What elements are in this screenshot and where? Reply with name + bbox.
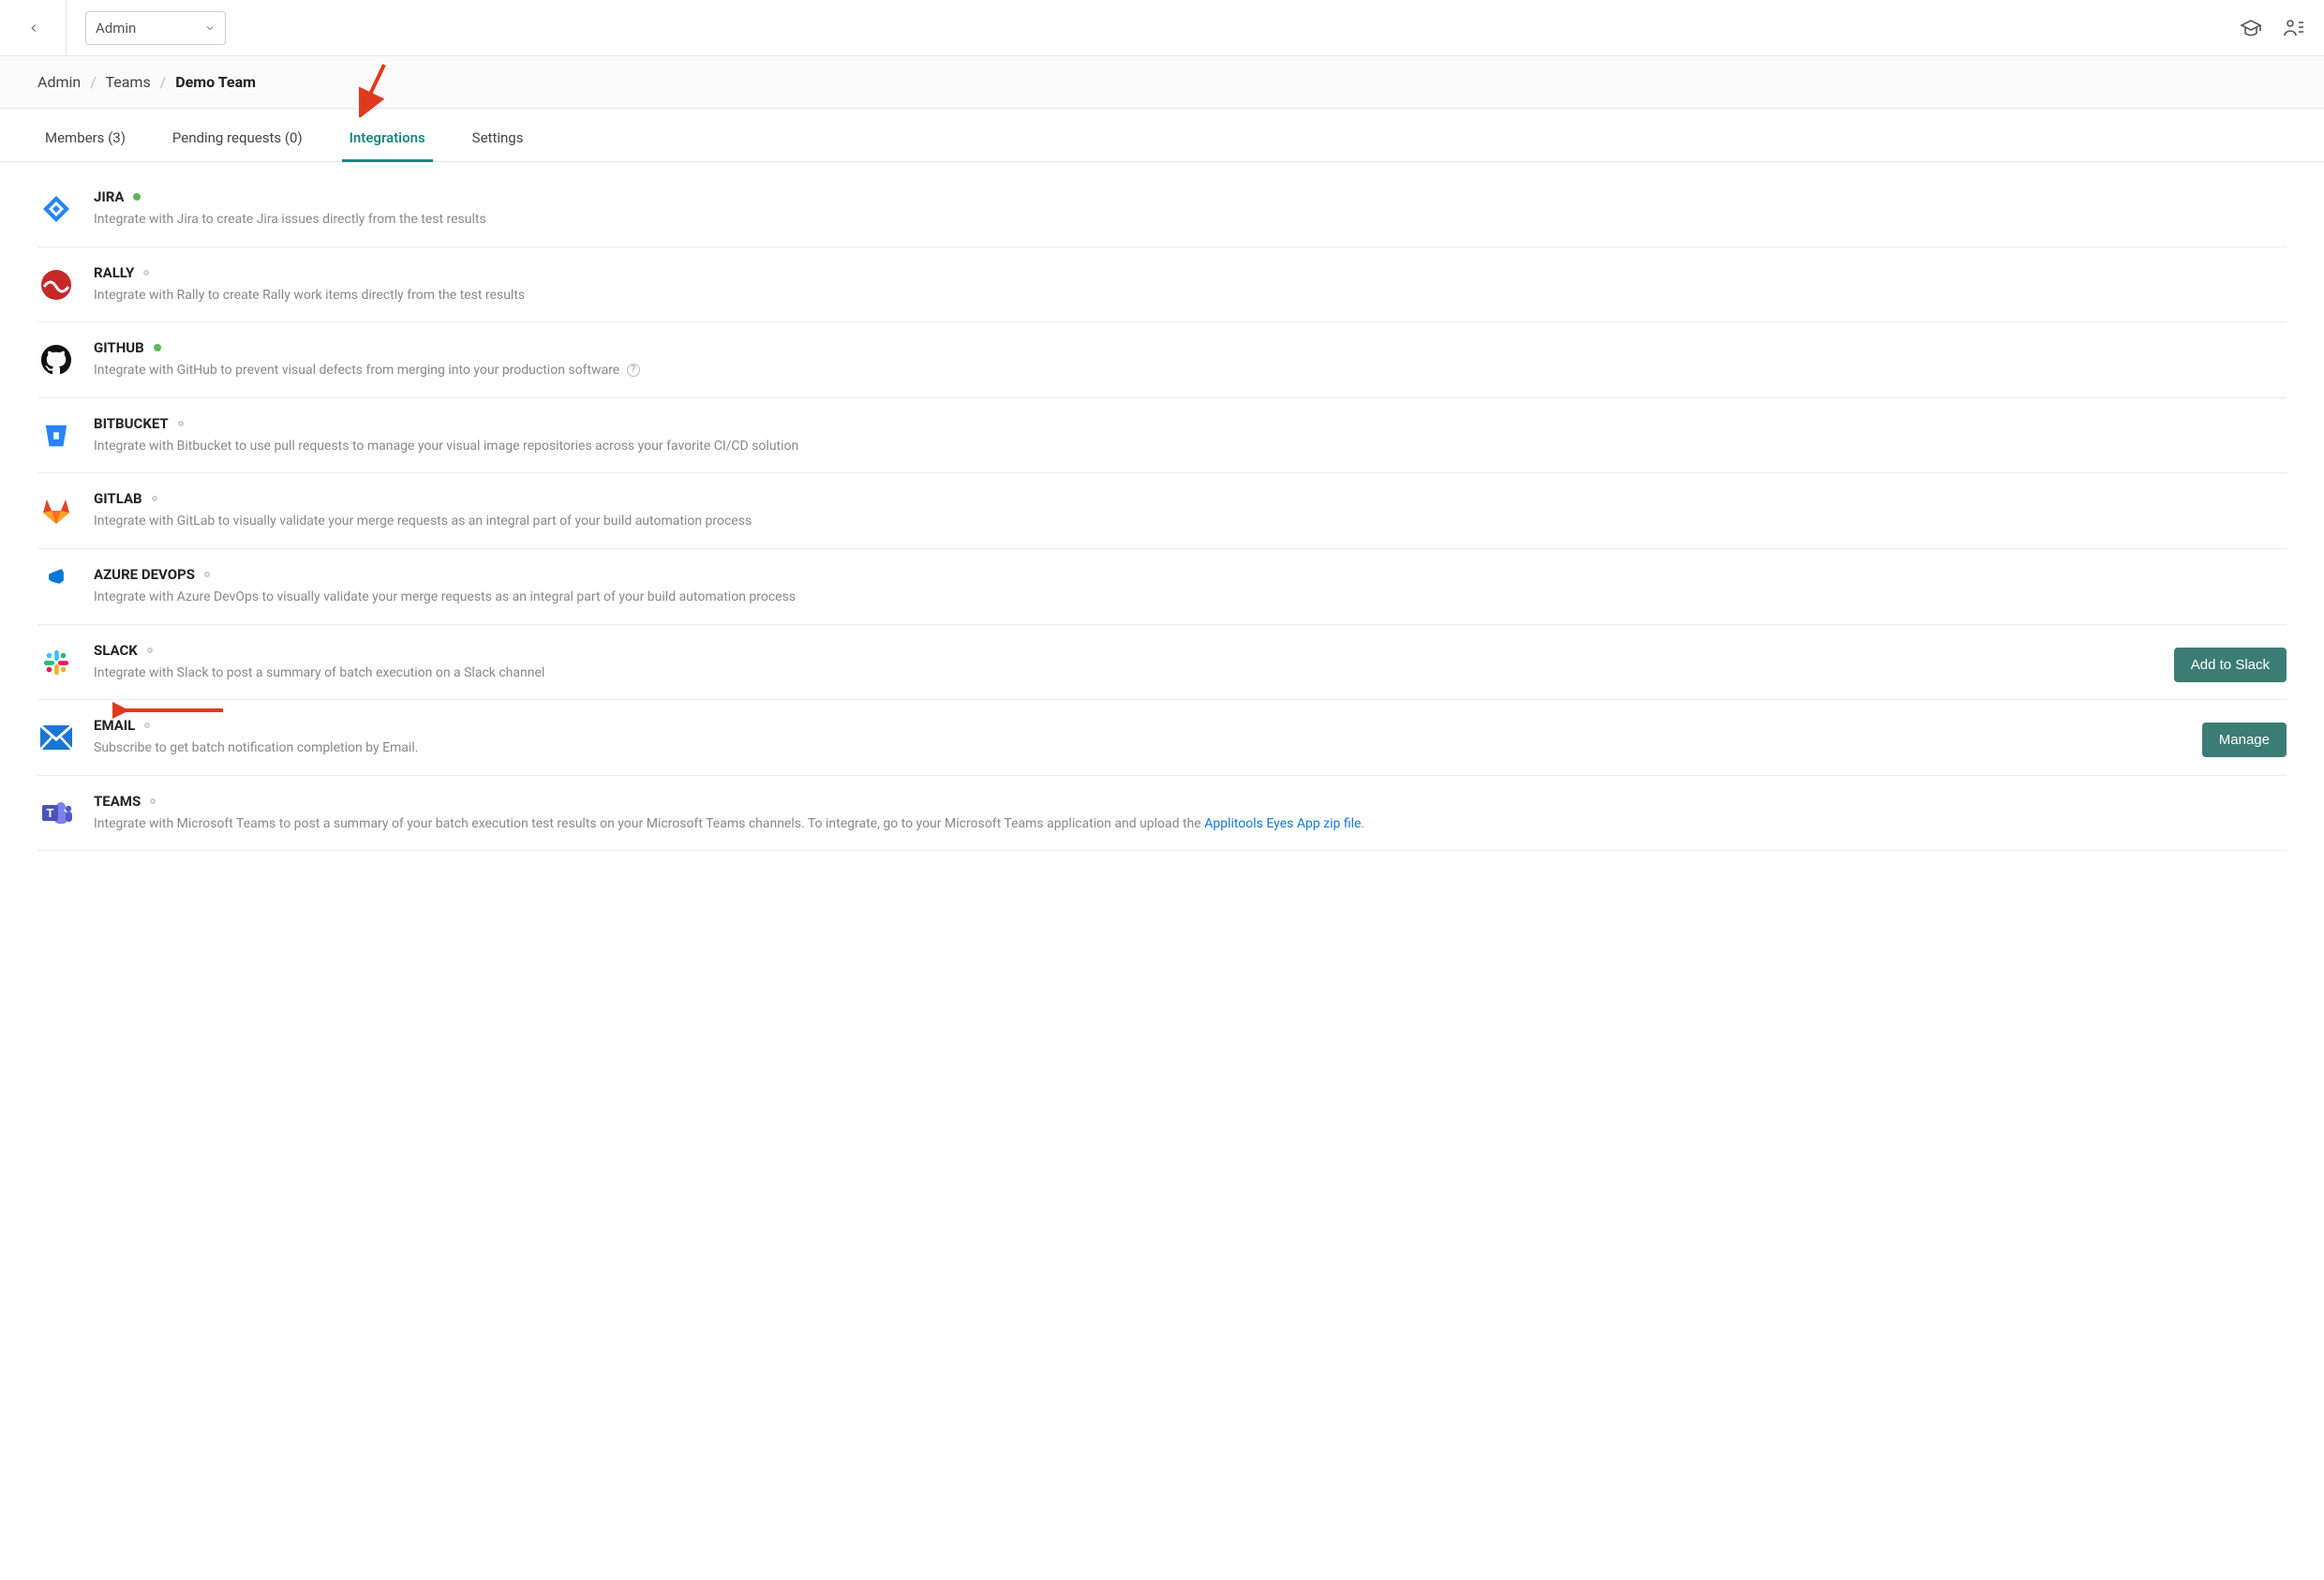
integration-description: Integrate with Jira to create Jira issue…	[94, 211, 2287, 230]
azure-devops-icon	[37, 568, 75, 605]
integration-row-teams[interactable]: T TEAMS Integrate with Microsoft Teams t…	[37, 776, 2287, 852]
microsoft-teams-icon: T	[37, 795, 75, 832]
rally-icon	[37, 266, 75, 304]
user-list-icon-button[interactable]	[2279, 13, 2309, 43]
tab-integrations[interactable]: Integrations	[342, 116, 433, 162]
breadcrumb-current: Demo Team	[175, 73, 256, 91]
integration-title: GITHUB	[94, 339, 144, 356]
integration-title: RALLY	[94, 264, 134, 281]
integration-title: EMAIL	[94, 717, 135, 734]
integration-description: Integrate with Microsoft Teams to post a…	[94, 815, 2287, 834]
user-list-icon	[2283, 17, 2305, 39]
breadcrumb-admin[interactable]: Admin	[37, 73, 81, 91]
integration-row-slack[interactable]: SLACK Integrate with Slack to post a sum…	[37, 625, 2287, 701]
breadcrumb-teams[interactable]: Teams	[105, 73, 150, 91]
status-dot-inactive	[147, 648, 153, 653]
integration-row-email[interactable]: EMAIL Subscribe to get batch notificatio…	[37, 700, 2287, 776]
status-dot-inactive	[152, 496, 157, 501]
integration-title: AZURE DEVOPS	[94, 566, 195, 583]
integration-title: JIRA	[94, 188, 124, 205]
back-button[interactable]	[15, 9, 52, 47]
integration-title: GITLAB	[94, 490, 142, 507]
tabs: Members (3) Pending requests (0) Integra…	[0, 116, 2324, 162]
tab-members[interactable]: Members (3)	[37, 116, 133, 162]
status-dot-inactive	[143, 270, 149, 276]
status-dot-active	[154, 344, 161, 351]
integration-title: TEAMS	[94, 793, 141, 810]
integration-row-bitbucket[interactable]: BITBUCKET Integrate with Bitbucket to us…	[37, 398, 2287, 474]
admin-selector[interactable]: Admin	[85, 11, 226, 45]
jira-icon	[37, 190, 75, 228]
integration-description: Integrate with Azure DevOps to visually …	[94, 589, 2287, 607]
status-dot-inactive	[144, 723, 150, 728]
integration-row-gitlab[interactable]: GITLAB Integrate with GitLab to visually…	[37, 473, 2287, 549]
integration-description: Integrate with GitLab to visually valida…	[94, 513, 2287, 531]
integration-row-rally[interactable]: RALLY Integrate with Rally to create Ral…	[37, 247, 2287, 323]
tab-pending-requests[interactable]: Pending requests (0)	[165, 116, 310, 162]
graduation-cap-icon	[2240, 17, 2262, 39]
university-icon-button[interactable]	[2236, 13, 2266, 43]
tab-settings[interactable]: Settings	[465, 116, 531, 162]
status-dot-inactive	[178, 421, 184, 426]
integration-description: Integrate with GitHub to prevent visual …	[94, 362, 2287, 380]
github-icon	[37, 341, 75, 379]
email-icon	[37, 719, 75, 756]
chevron-left-icon	[27, 22, 40, 35]
status-dot-active	[133, 193, 141, 201]
integration-description: Subscribe to get batch notification comp…	[94, 739, 2183, 758]
breadcrumb-separator: /	[90, 73, 97, 91]
topbar: Admin	[0, 0, 2324, 56]
integration-row-github[interactable]: GITHUB Integrate with GitHub to prevent …	[37, 322, 2287, 398]
chevron-down-icon	[204, 22, 216, 34]
integration-row-azuredevops[interactable]: AZURE DEVOPS Integrate with Azure DevOps…	[37, 549, 2287, 625]
divider	[66, 0, 67, 56]
integration-row-jira[interactable]: JIRA Integrate with Jira to create Jira …	[37, 171, 2287, 247]
integration-description: Integrate with Bitbucket to use pull req…	[94, 438, 2287, 456]
status-dot-inactive	[204, 572, 210, 577]
integration-description: Integrate with Slack to post a summary o…	[94, 664, 2155, 683]
integrations-list: JIRA Integrate with Jira to create Jira …	[37, 162, 2287, 879]
slack-icon	[37, 644, 75, 681]
breadcrumb: Admin / Teams / Demo Team	[0, 56, 2324, 109]
admin-selector-value: Admin	[96, 20, 136, 37]
svg-text:T: T	[47, 806, 54, 820]
manage-button[interactable]: Manage	[2202, 723, 2287, 757]
integration-title: BITBUCKET	[94, 415, 169, 432]
gitlab-icon	[37, 492, 75, 529]
bitbucket-icon	[37, 417, 75, 455]
applitools-zip-link[interactable]: Applitools Eyes App zip file	[1204, 816, 1361, 831]
help-icon[interactable]: ?	[627, 364, 640, 377]
status-dot-inactive	[150, 798, 156, 804]
integration-title: SLACK	[94, 642, 138, 659]
breadcrumb-separator: /	[160, 73, 167, 91]
integration-description: Integrate with Rally to create Rally wor…	[94, 287, 2287, 306]
add-to-slack-button[interactable]: Add to Slack	[2174, 648, 2287, 682]
